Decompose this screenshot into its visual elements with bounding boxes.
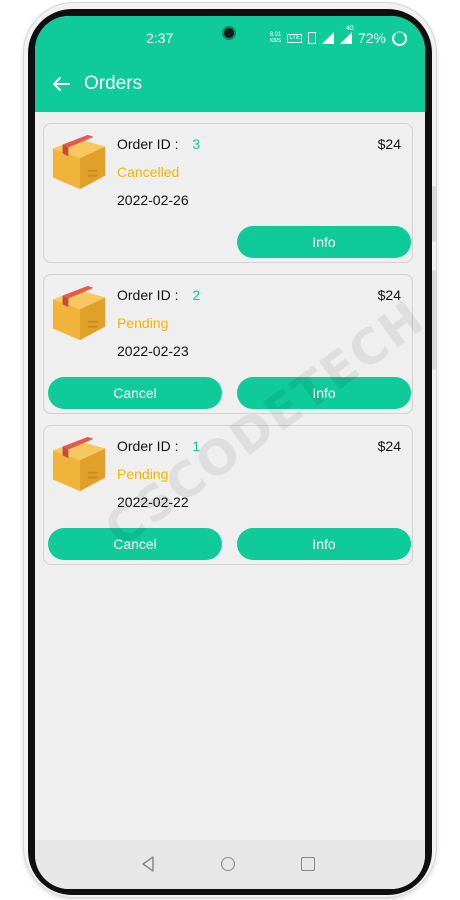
signal-4g-label: 4G	[345, 25, 354, 32]
network-speed: 8.91 KB/S	[270, 32, 282, 44]
order-id-row: Order ID : 1	[117, 438, 200, 454]
order-id-label: Order ID :	[117, 287, 179, 303]
order-card: Order ID : 3 $24 Cancelled 2022-02-26 In…	[43, 123, 413, 263]
order-price: $24	[377, 438, 401, 454]
status-time: 2:37	[146, 30, 174, 46]
package-box-icon	[52, 436, 106, 492]
battery-percentage: 72%	[357, 30, 386, 46]
status-icons: 8.91 KB/S LTE 4G 72%	[270, 25, 407, 48]
order-status: Pending	[117, 466, 169, 482]
order-date: 2022-02-22	[117, 494, 189, 510]
system-nav-bar	[35, 840, 425, 889]
order-id-value: 3	[192, 136, 201, 152]
order-price: $24	[377, 136, 401, 152]
app-bar: 2:37 8.91 KB/S LTE 4G 72% Orders	[35, 16, 425, 112]
order-status: Cancelled	[117, 164, 180, 180]
order-id-row: Order ID : 2	[117, 287, 200, 303]
cancel-button[interactable]: Cancel	[48, 528, 222, 560]
network-speed-unit: KB/S	[269, 38, 282, 44]
order-id-label: Order ID :	[117, 136, 179, 152]
info-button[interactable]: Info	[237, 377, 411, 409]
recents-square-icon[interactable]	[301, 857, 315, 871]
signal-4g-icon: 4G	[339, 25, 354, 48]
screen: 2:37 8.91 KB/S LTE 4G 72% Orders Order I…	[35, 16, 425, 889]
front-camera	[222, 26, 236, 40]
order-id-value: 1	[192, 438, 201, 454]
lte-badge: LTE	[287, 33, 302, 43]
order-price: $24	[377, 287, 401, 303]
package-box-icon	[52, 285, 106, 341]
page-title: Orders	[84, 73, 143, 94]
order-card: Order ID : 2 $24 Pending 2022-02-23 Canc…	[43, 274, 413, 414]
signal-icon	[321, 32, 334, 44]
volume-button	[432, 270, 436, 370]
vibrate-icon	[307, 32, 316, 44]
order-id-value: 2	[192, 287, 201, 303]
battery-icon	[392, 30, 407, 46]
home-circle-icon[interactable]	[221, 857, 235, 871]
back-button[interactable]	[49, 72, 73, 96]
arrow-left-icon	[53, 77, 70, 91]
back-triangle-icon[interactable]	[141, 856, 155, 872]
power-button	[432, 186, 436, 242]
package-box-icon	[52, 134, 106, 190]
order-card: Order ID : 1 $24 Pending 2022-02-22 Canc…	[43, 425, 413, 565]
info-button[interactable]: Info	[237, 226, 411, 258]
order-date: 2022-02-26	[117, 192, 189, 208]
signal-bars-icon	[339, 31, 352, 44]
order-date: 2022-02-23	[117, 343, 189, 359]
order-id-label: Order ID :	[117, 438, 179, 454]
cancel-button[interactable]: Cancel	[48, 377, 222, 409]
info-button[interactable]: Info	[237, 528, 411, 560]
order-status: Pending	[117, 315, 169, 331]
order-id-row: Order ID : 3	[117, 136, 200, 152]
